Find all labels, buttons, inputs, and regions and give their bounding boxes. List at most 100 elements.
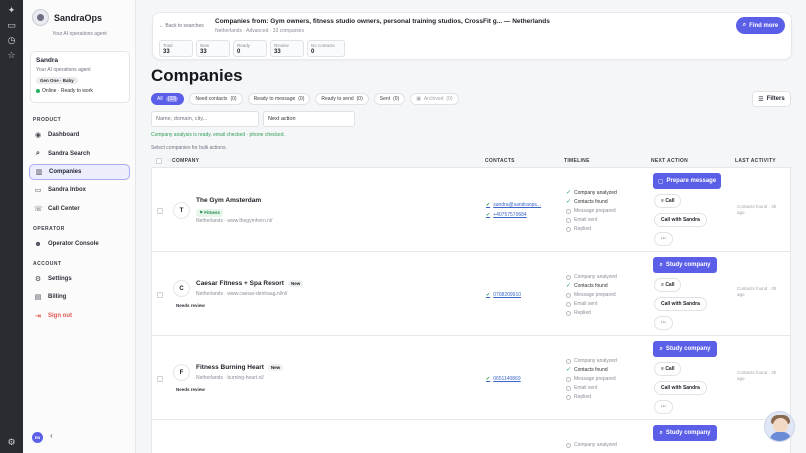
company-avatar: C	[173, 280, 190, 297]
call-button[interactable]: ≡ Call	[654, 194, 682, 208]
analysis-ready-message: Company analysis is ready. email checked…	[151, 132, 285, 138]
tab-ready-to-send[interactable]: Ready to send (0)	[315, 93, 369, 105]
contact-email[interactable]: ✔ sandra@sandraops...	[486, 202, 541, 208]
check-icon: ✔	[486, 292, 491, 298]
needs-review-label: Needs review	[176, 387, 205, 392]
brand-subtitle: Your AI operations agent	[52, 31, 107, 37]
timeline-step-pending: Email sent	[566, 217, 597, 223]
check-icon: ✔	[486, 376, 491, 382]
table-row[interactable]: Company analyzed ⌕ Study company	[151, 420, 791, 453]
company-name-text: Fitness Burning Heart	[196, 364, 264, 371]
settings-icon[interactable]: ⚙	[6, 437, 17, 448]
row-checkbox[interactable]	[157, 376, 163, 382]
tab-archived[interactable]: ▣ Archived (0)	[410, 93, 459, 105]
inbox-icon[interactable]: ▭	[6, 20, 17, 31]
timeline-step-label: Replied	[574, 394, 591, 400]
sidebar-item-label: Call Center	[48, 206, 80, 212]
sidebar-item-settings[interactable]: ⚙ Settings	[29, 271, 130, 287]
call-label: Call	[665, 366, 675, 372]
search-input[interactable]: Name, domain, city...	[151, 111, 259, 127]
table-row[interactable]: T The Gym Amsterdam ⚑ Fitness Netherland…	[151, 168, 791, 252]
tab-count: (0)	[393, 96, 400, 102]
more-actions-button[interactable]: ···	[654, 316, 673, 330]
timeline-step-done: ✓ Contacts found	[566, 199, 608, 206]
sidebar-item-call-center[interactable]: ☏ Call Center	[29, 201, 130, 217]
tab-all[interactable]: All (33)	[151, 93, 185, 105]
timeline-step-done: ✓ Contacts found	[566, 367, 608, 374]
plan-badge: Gen One · Baby	[36, 77, 78, 84]
col-last-activity: LAST ACTIVITY	[735, 158, 776, 164]
sidebar-item-sandra-search[interactable]: ⌕ Sandra Search	[29, 146, 130, 162]
check-icon: ✓	[566, 189, 572, 196]
company-name[interactable]: Caesar Fitness + Spa Resort New	[196, 280, 304, 287]
stat-value: 33	[200, 49, 207, 55]
study-company-label: Study company	[665, 262, 711, 268]
study-company-button[interactable]: ⌕ Study company	[653, 257, 717, 273]
filter-icon: ☰	[758, 96, 764, 103]
company-avatar: T	[173, 202, 190, 219]
next-action-select[interactable]: Next action	[263, 111, 355, 127]
company-avatar: F	[173, 364, 190, 381]
study-company-button[interactable]: ⌕ Study company	[653, 425, 717, 441]
prepare-message-button[interactable]: ▢ Prepare message	[653, 173, 721, 189]
brand-name: SandraOps	[54, 12, 103, 23]
company-name[interactable]: Fitness Burning Heart New	[196, 364, 284, 371]
timeline-step-pending: Message prepared	[566, 292, 616, 298]
call-button[interactable]: ≡ Call	[654, 278, 682, 292]
star-icon[interactable]: ☆	[6, 50, 17, 61]
filters-label: Filters	[766, 96, 785, 102]
stat-value: 33	[163, 49, 170, 55]
search-icon: ⌕	[659, 261, 663, 268]
contact-phone[interactable]: ✔ 0651140869	[486, 376, 521, 382]
timeline-step-label: Message prepared	[574, 292, 616, 298]
select-all-checkbox[interactable]	[156, 158, 162, 164]
avatar-face	[773, 418, 788, 433]
contact-phone[interactable]: ✔ +40757570684	[486, 212, 527, 218]
company-name[interactable]: The Gym Amsterdam	[196, 197, 261, 204]
call-with-sandra-button[interactable]: Call with Sandra	[654, 297, 707, 311]
filters-button[interactable]: ☰ Filters	[752, 91, 791, 107]
clock-icon[interactable]: ◷	[6, 35, 17, 46]
sidebar-item-operator-console[interactable]: ☻ Operator Console	[29, 236, 130, 252]
collapse-sidebar-icon[interactable]: ‹	[50, 431, 53, 440]
sidebar-item-dashboard[interactable]: ◉ Dashboard	[29, 127, 130, 143]
sidebar-item-label: Settings	[48, 276, 72, 282]
logo-icon	[32, 9, 49, 26]
study-company-button[interactable]: ⌕ Study company	[653, 341, 717, 357]
tab-need-contacts[interactable]: Need contacts (0)	[189, 93, 243, 105]
brand[interactable]: SandraOps	[32, 9, 102, 26]
timeline-step-pending: Message prepared	[566, 208, 616, 214]
sidebar-item-companies[interactable]: ▥ Companies	[29, 164, 130, 180]
find-more-button[interactable]: ⌕ Find more	[736, 17, 785, 34]
sidebar-item-label: Operator Console	[48, 241, 99, 247]
sparkle-icon[interactable]: ✦	[6, 5, 17, 16]
tab-sent[interactable]: Sent (0)	[373, 93, 406, 105]
table-row[interactable]: F Fitness Burning Heart New Netherlands ·…	[151, 336, 791, 420]
search-title: Companies from: Gym owners, fitness stud…	[215, 18, 550, 25]
agent-status-text: Online · Ready to work	[42, 88, 93, 94]
assistant-avatar-button[interactable]	[764, 411, 795, 442]
language-toggle[interactable]: EN	[32, 432, 43, 443]
contact-phone[interactable]: ✔ 0708209910	[486, 292, 521, 298]
tab-label: Archived	[423, 96, 444, 102]
row-checkbox[interactable]	[157, 292, 163, 298]
more-actions-button[interactable]: ···	[654, 232, 673, 246]
needs-review-label: Needs review	[176, 303, 205, 308]
company-location: Netherlands · www.thegymhorn.nl/	[196, 218, 273, 224]
tab-label: All	[157, 96, 163, 102]
table-row[interactable]: C Caesar Fitness + Spa Resort New Netherl…	[151, 252, 791, 336]
company-name-text: Caesar Fitness + Spa Resort	[196, 280, 284, 287]
call-button[interactable]: ≡ Call	[654, 362, 682, 376]
more-actions-button[interactable]: ···	[654, 400, 673, 414]
stat-no-contacts: No contacts 0	[307, 40, 345, 57]
tab-ready-to-message[interactable]: Ready to message (0)	[247, 93, 311, 105]
row-checkbox[interactable]	[157, 208, 163, 214]
contact-phone-text: 0651140869	[493, 376, 521, 382]
back-link[interactable]: ← Back to searches	[159, 23, 204, 29]
agent-status: Online · Ready to work	[36, 88, 124, 94]
sidebar-item-sign-out[interactable]: ⇥ Sign out	[29, 308, 130, 324]
call-with-sandra-button[interactable]: Call with Sandra	[654, 213, 707, 227]
sidebar-item-billing[interactable]: ▤ Billing	[29, 289, 130, 305]
sidebar-item-sandra-inbox[interactable]: ▭ Sandra Inbox	[29, 182, 130, 198]
call-with-sandra-button[interactable]: Call with Sandra	[654, 381, 707, 395]
